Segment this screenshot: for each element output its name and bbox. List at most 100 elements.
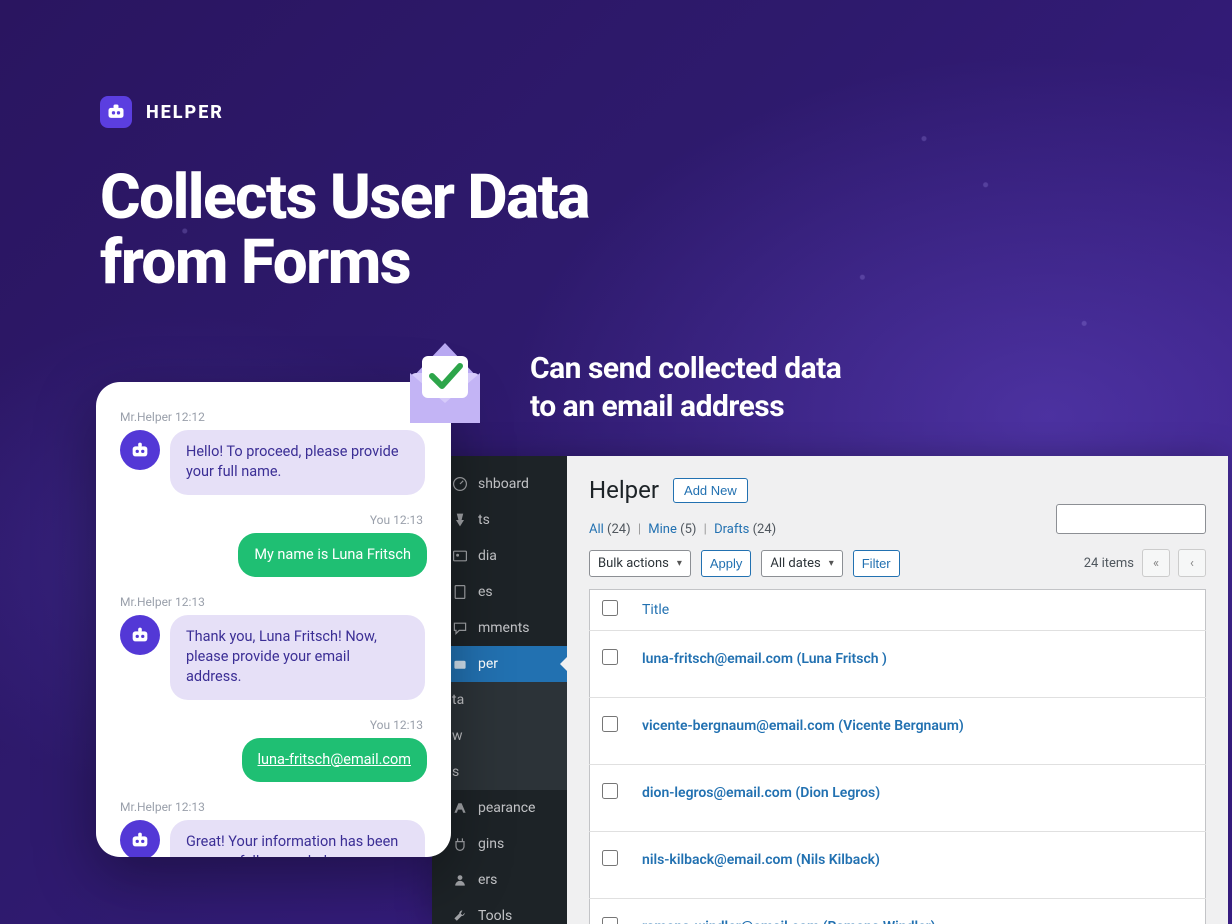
row-title-link[interactable]: luna-fritsch@email.com (Luna Fritsch ) (642, 651, 887, 667)
sidebar-subitem[interactable]: w (432, 718, 567, 754)
sidebar-item-users[interactable]: ers (432, 862, 567, 898)
headline: Collects User Data from Forms (100, 165, 589, 295)
sidebar-item-dashboard[interactable]: shboard (432, 466, 567, 502)
chevron-down-icon: ▾ (677, 558, 682, 569)
list-table: Title luna-fritsch@email.com (Luna Frits… (589, 589, 1206, 924)
bot-message: Great! Your information has been success… (120, 820, 427, 857)
sidebar-item-label: es (478, 584, 493, 600)
chat-meta: You 12:13 (120, 513, 427, 527)
add-new-button[interactable]: Add New (673, 478, 748, 503)
sidebar-item-label: dia (478, 548, 497, 564)
pin-icon (452, 512, 468, 528)
sidebar-item-label: ers (478, 872, 497, 888)
bot-avatar-icon (120, 430, 160, 470)
wp-main: Helper Add New All (24) | Mine (5) | Dra… (567, 456, 1228, 924)
page-header: Helper Add New (589, 476, 1206, 504)
helper-icon (452, 656, 468, 672)
items-count: 24 items (1084, 556, 1134, 571)
user-bubble: luna-fritsch@email.com (242, 738, 427, 782)
bot-message: Thank you, Luna Fritsch! Now, please pro… (120, 615, 427, 700)
pager-prev[interactable]: ‹ (1178, 549, 1206, 577)
media-icon (452, 548, 468, 564)
filter-button[interactable]: Filter (853, 550, 900, 577)
tablenav: Bulk actions ▾ Apply All dates ▾ Filter … (589, 549, 1206, 577)
sidebar-item-label: per (478, 656, 498, 672)
admin-panel: shboard ts dia es mments per ta w s (432, 456, 1228, 924)
filter-drafts[interactable]: Drafts (714, 522, 749, 537)
comment-icon (452, 620, 468, 636)
table-row: nils-kilback@email.com (Nils Kilback) (590, 832, 1206, 899)
table-row: ramona-windler@email.com (Ramona Windler… (590, 899, 1206, 924)
sidebar-item-label: w (452, 728, 463, 744)
row-title-link[interactable]: dion-legros@email.com (Dion Legros) (642, 785, 880, 801)
headline-line-1: Collects User Data (100, 165, 589, 230)
page-title: Helper (589, 476, 659, 504)
chevron-down-icon: ▾ (829, 558, 834, 569)
bot-bubble: Thank you, Luna Fritsch! Now, please pro… (170, 615, 425, 700)
user-bubble: My name is Luna Fritsch (238, 533, 427, 577)
sidebar-item-posts[interactable]: ts (432, 502, 567, 538)
sidebar-item-label: gins (478, 836, 504, 852)
select-all-checkbox[interactable] (602, 600, 618, 616)
headline-line-2: from Forms (100, 230, 589, 295)
sidebar-item-media[interactable]: dia (432, 538, 567, 574)
users-icon (452, 872, 468, 888)
envelope-icon (380, 318, 510, 448)
sidebar-item-label: Tools (478, 908, 512, 924)
user-message: luna-fritsch@email.com (120, 738, 427, 782)
sidebar-item-pages[interactable]: es (432, 574, 567, 610)
sidebar-item-label: shboard (478, 476, 529, 492)
dashboard-icon (452, 476, 468, 492)
table-row: luna-fritsch@email.com (Luna Fritsch ) (590, 631, 1206, 698)
brand-icon (100, 96, 132, 128)
sidebar-item-helper[interactable]: per (432, 646, 567, 682)
filter-all[interactable]: All (589, 522, 604, 537)
apply-button[interactable]: Apply (701, 550, 752, 577)
sidebar-item-label: pearance (478, 800, 535, 816)
bulk-actions-select[interactable]: Bulk actions ▾ (589, 550, 691, 577)
pager-first[interactable]: « (1142, 549, 1170, 577)
sidebar-item-tools[interactable]: Tools (432, 898, 567, 924)
tools-icon (452, 908, 468, 924)
row-checkbox[interactable] (602, 716, 618, 732)
sidebar-item-label: mments (478, 620, 530, 636)
brand: HELPER (100, 96, 224, 128)
appearance-icon (452, 800, 468, 816)
wp-sidebar: shboard ts dia es mments per ta w s (432, 456, 567, 924)
row-title-link[interactable]: nils-kilback@email.com (Nils Kilback) (642, 852, 880, 868)
bot-avatar-icon (120, 820, 160, 857)
search-input[interactable] (1056, 504, 1206, 534)
sidebar-item-comments[interactable]: mments (432, 610, 567, 646)
row-checkbox[interactable] (602, 850, 618, 866)
date-filter-select[interactable]: All dates ▾ (761, 550, 842, 577)
brand-name: HELPER (146, 102, 224, 123)
column-title[interactable]: Title (630, 590, 1206, 631)
row-checkbox[interactable] (602, 783, 618, 799)
subhead-line-2: to an email address (530, 388, 841, 426)
row-checkbox[interactable] (602, 649, 618, 665)
row-title-link[interactable]: ramona-windler@email.com (Ramona Windler… (642, 919, 936, 924)
table-row: dion-legros@email.com (Dion Legros) (590, 765, 1206, 832)
bot-bubble: Great! Your information has been success… (170, 820, 425, 857)
sidebar-item-label: s (452, 764, 459, 780)
chat-card: Mr.Helper 12:12 Hello! To proceed, pleas… (96, 382, 451, 857)
filter-mine[interactable]: Mine (648, 522, 677, 537)
bot-avatar-icon (120, 615, 160, 655)
table-row: vicente-bergnaum@email.com (Vicente Berg… (590, 698, 1206, 765)
user-message: My name is Luna Fritsch (120, 533, 427, 577)
sidebar-item-appearance[interactable]: pearance (432, 790, 567, 826)
chat-meta: Mr.Helper 12:13 (120, 800, 427, 814)
sidebar-subitem[interactable]: s (432, 754, 567, 790)
subhead-line-1: Can send collected data (530, 350, 841, 388)
sidebar-item-label: ts (478, 512, 490, 528)
page-icon (452, 584, 468, 600)
chat-meta: You 12:13 (120, 718, 427, 732)
row-title-link[interactable]: vicente-bergnaum@email.com (Vicente Berg… (642, 718, 964, 734)
subhead: Can send collected data to an email addr… (530, 350, 841, 425)
sidebar-item-label: ta (452, 692, 464, 708)
chat-meta: Mr.Helper 12:13 (120, 595, 427, 609)
sidebar-subitem[interactable]: ta (432, 682, 567, 718)
plugins-icon (452, 836, 468, 852)
row-checkbox[interactable] (602, 917, 618, 924)
sidebar-item-plugins[interactable]: gins (432, 826, 567, 862)
